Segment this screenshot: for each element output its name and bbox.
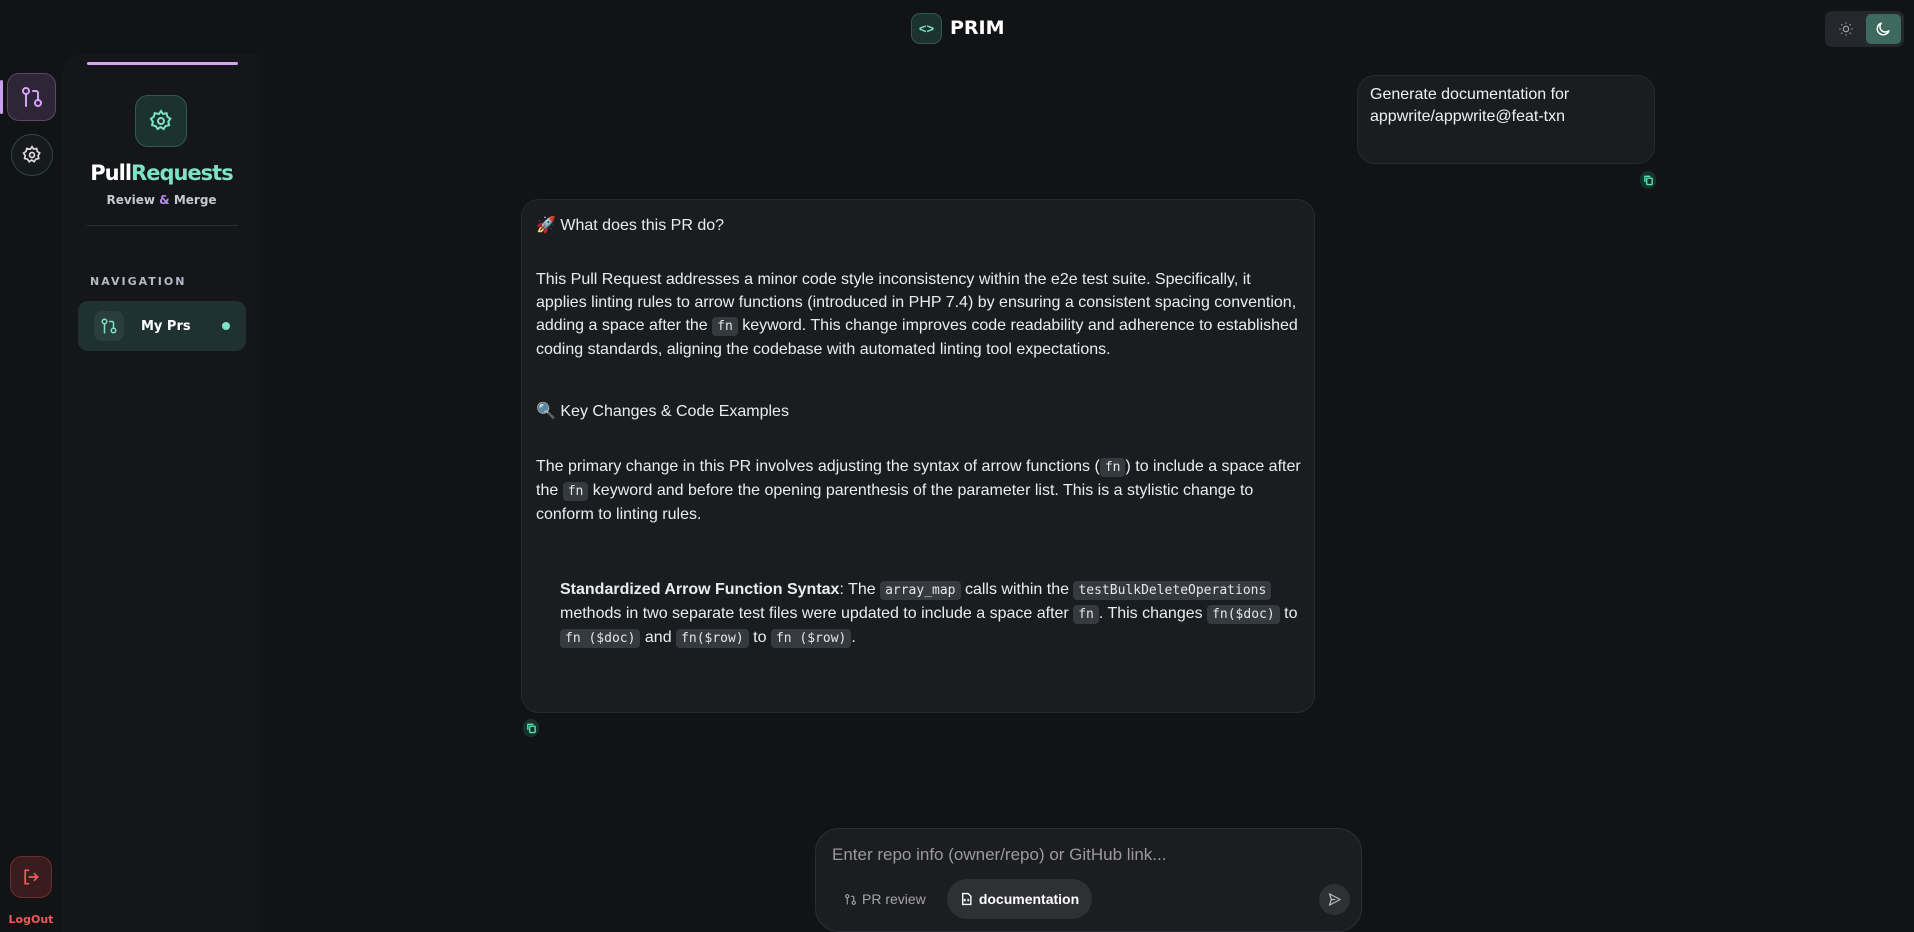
text: and [640, 629, 677, 646]
text: The primary change in this PR involves a… [536, 458, 1100, 475]
rail-pull-requests-button[interactable] [7, 73, 56, 121]
brand-tagline: Review & Merge [63, 193, 260, 207]
brand-title-part1: Pull [90, 161, 132, 185]
tagline-part1: Review [106, 193, 160, 207]
logout-icon [24, 869, 39, 885]
tagline-amp: & [159, 193, 170, 207]
send-icon [1328, 893, 1341, 906]
inline-code: testBulkDeleteOperations [1073, 581, 1272, 600]
inline-code: fn [1099, 458, 1126, 477]
list-item-title: Standardized Arrow Function Syntax [560, 581, 840, 598]
brand-title: PullRequests [63, 161, 260, 185]
text: : The [839, 581, 881, 598]
code-icon: <> [911, 13, 942, 44]
user-message: Generate documentation for appwrite/appw… [1357, 75, 1655, 164]
list-item: Standardized Arrow Function Syntax: The … [560, 578, 1302, 650]
logout-button[interactable] [10, 856, 52, 898]
copy-user-message-button[interactable] [1640, 171, 1656, 189]
heading-text: What does this PR do? [560, 217, 725, 234]
section-heading: 🔍 Key Changes & Code Examples [536, 400, 789, 423]
rail-active-indicator [0, 80, 3, 114]
inline-code: fn ($row) [770, 629, 852, 648]
rail-settings-button[interactable] [11, 134, 53, 176]
inline-code: fn($doc) [1207, 605, 1280, 624]
magnifier-icon: 🔍 [536, 403, 556, 420]
text: to [1279, 605, 1298, 622]
copy-icon [526, 723, 536, 734]
copy-icon [1643, 175, 1653, 186]
sidebar [63, 54, 260, 932]
changes-paragraph: The primary change in this PR involves a… [536, 455, 1302, 526]
inline-code: fn [562, 482, 589, 501]
inline-code: fn($row) [676, 629, 749, 648]
sun-icon [1839, 22, 1853, 36]
dark-theme-button[interactable] [1865, 14, 1901, 44]
sidebar-item-label: My Prs [141, 318, 191, 334]
text: . This changes [1098, 605, 1208, 622]
nav-heading: NAVIGATION [90, 275, 187, 288]
text: to [748, 629, 771, 646]
inline-code: fn ($doc) [560, 629, 641, 648]
rocket-icon: 🚀 [536, 217, 556, 234]
sidebar-accent-bar [87, 62, 238, 65]
send-button[interactable] [1319, 884, 1350, 915]
light-theme-button[interactable] [1828, 14, 1864, 44]
mode-label: PR review [862, 891, 926, 907]
mode-documentation-button[interactable]: documentation [947, 879, 1092, 919]
logout-label[interactable]: LogOut [0, 913, 62, 926]
git-pull-request-icon [94, 311, 124, 341]
summary-paragraph: This Pull Request addresses a minor code… [536, 268, 1302, 361]
mode-pr-review-button[interactable]: PR review [836, 879, 934, 919]
sidebar-divider [87, 225, 238, 226]
copy-assistant-message-button[interactable] [523, 719, 539, 737]
inline-code: array_map [880, 581, 961, 600]
text: calls within the [960, 581, 1074, 598]
text: keyword and before the opening parenthes… [536, 482, 1254, 523]
gear-icon [22, 145, 41, 163]
composer: PR review documentation [815, 828, 1362, 932]
section-heading: 🚀 What does this PR do? [536, 214, 724, 237]
repo-input[interactable] [832, 845, 1332, 865]
active-dot [222, 322, 230, 330]
inline-code: fn [712, 317, 738, 336]
text: . [851, 629, 856, 646]
brand-logo [135, 95, 187, 147]
file-code-icon [961, 892, 972, 906]
assistant-message: 🚀 What does this PR do? This Pull Reques… [521, 199, 1315, 713]
text: methods in two separate test files were … [560, 605, 1074, 622]
mode-label: documentation [978, 891, 1080, 907]
git-pull-request-icon [845, 893, 856, 905]
moon-icon [1876, 22, 1890, 36]
brand-title-part2: Requests [131, 161, 234, 185]
tagline-part2: Merge [169, 193, 217, 207]
sidebar-item-my-prs[interactable]: My Prs [78, 301, 246, 351]
gear-icon [149, 109, 172, 131]
inline-code: fn [1073, 605, 1099, 624]
app-title: PRIM [950, 17, 1005, 39]
heading-text: Key Changes & Code Examples [560, 403, 789, 420]
git-pull-request-icon [21, 87, 42, 107]
theme-toggle [1825, 11, 1904, 47]
